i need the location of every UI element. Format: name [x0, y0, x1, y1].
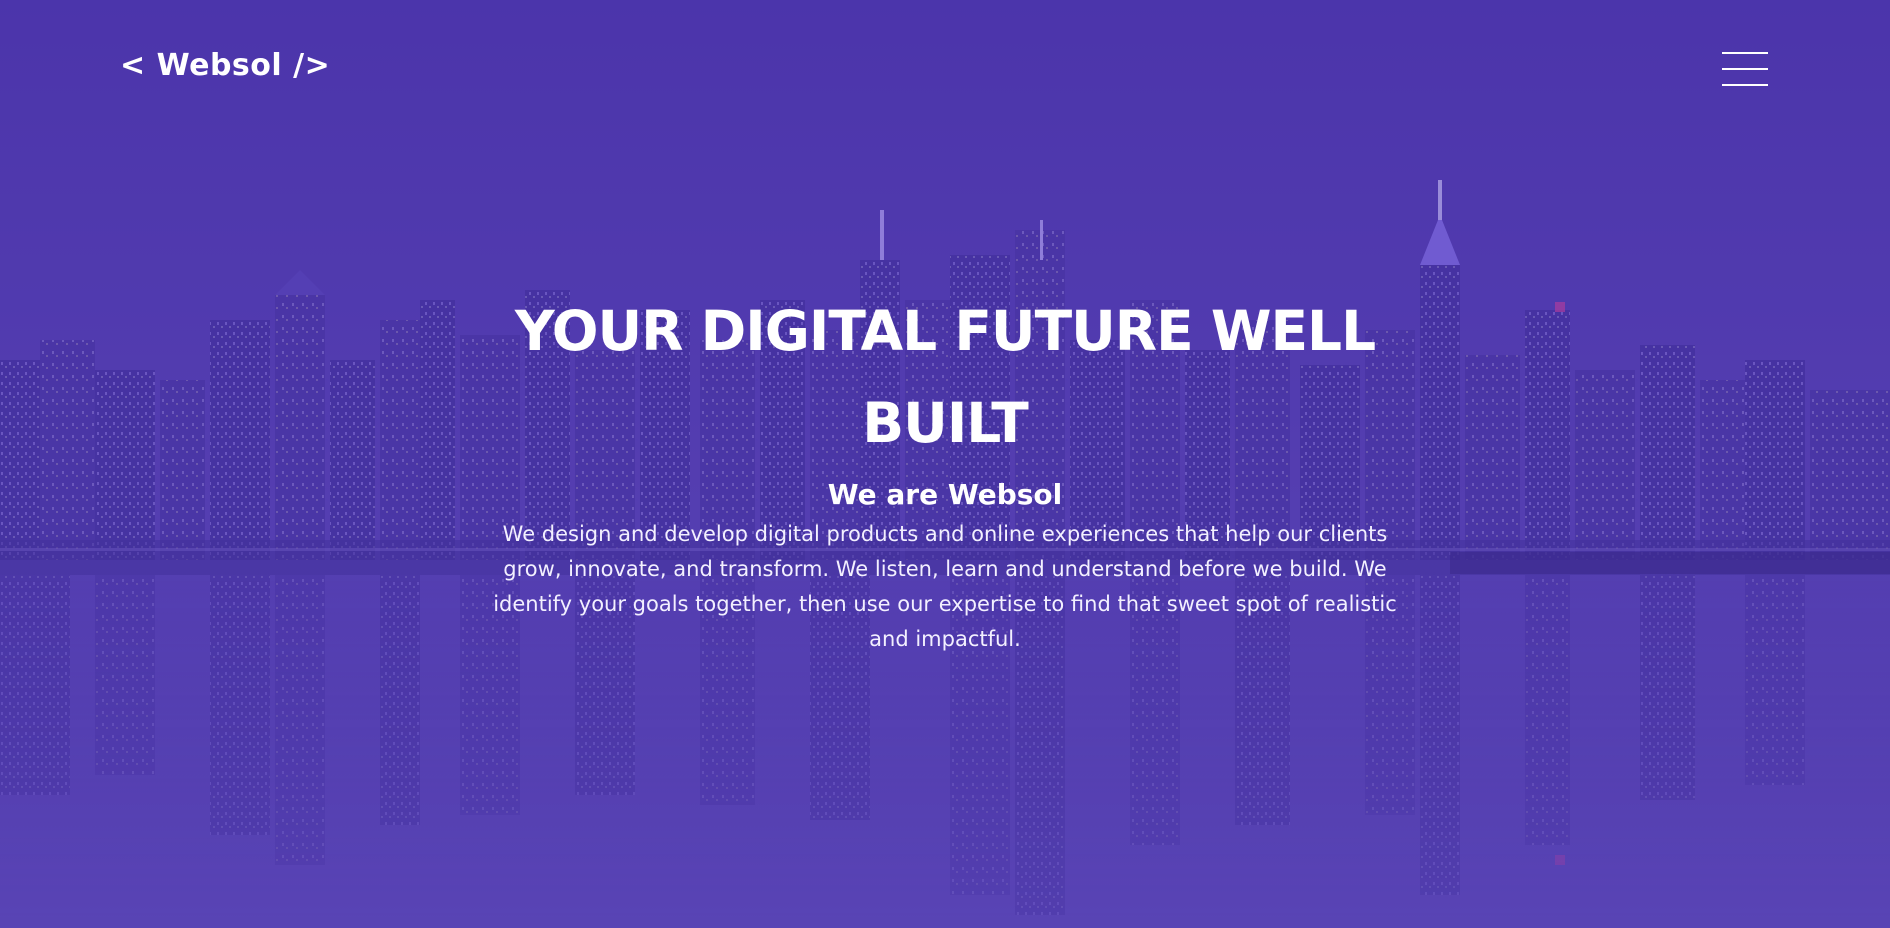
- hero-description: We design and develop digital products a…: [493, 522, 1397, 651]
- hero-headline: YOUR DIGITAL FUTURE WELL BUILT: [514, 299, 1376, 455]
- hero-subheading: We are Websol: [827, 478, 1063, 511]
- hero-content: YOUR DIGITAL FUTURE WELL BUILT We are We…: [445, 285, 1445, 657]
- menu-line: [1722, 52, 1768, 54]
- hero-section: < Websol /> YOUR DIGITAL FUTURE WELL BUI…: [0, 0, 1890, 928]
- site-logo[interactable]: < Websol />: [120, 48, 330, 83]
- menu-line: [1722, 68, 1768, 70]
- hamburger-menu-icon[interactable]: [1722, 50, 1768, 90]
- top-navigation: < Websol />: [0, 0, 1890, 140]
- menu-line: [1722, 84, 1768, 86]
